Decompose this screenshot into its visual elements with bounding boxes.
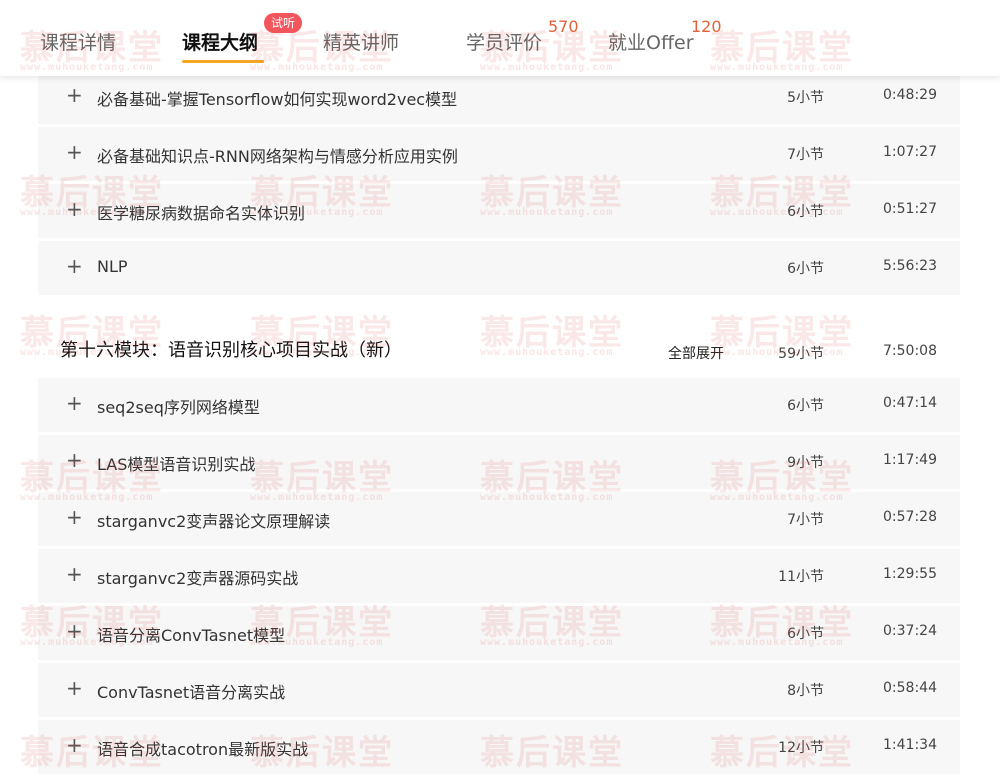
tab-course-details[interactable]: 课程详情 — [40, 28, 116, 55]
chapter-row[interactable]: + starganvc2变声器论文原理解读 7小节 0:57:28 — [38, 492, 960, 546]
module-header: 第十六模块：语音识别核心项目实战（新） 全部展开 59小节 7:50:08 — [38, 326, 960, 376]
chapter-section-count: 5小节 — [787, 90, 824, 106]
chapter-section-count: 7小节 — [787, 512, 824, 528]
chapter-duration: 0:58:44 — [883, 680, 937, 696]
chapter-section-count: 6小节 — [787, 261, 824, 277]
course-tab-bar: 课程详情 课程大纲 试听 精英讲师 学员评价 570 就业Offer 120 — [0, 0, 1000, 76]
expand-plus-icon[interactable]: + — [66, 505, 83, 529]
chapter-section-count: 6小节 — [787, 204, 824, 220]
module-duration: 7:50:08 — [883, 343, 937, 359]
offer-count: 120 — [691, 17, 722, 36]
chapter-title: 医学糖尿病数据命名实体识别 — [97, 204, 306, 223]
expand-all-link[interactable]: 全部展开 — [668, 343, 724, 363]
module-title: 第十六模块：语音识别核心项目实战（新） — [60, 340, 402, 361]
expand-plus-icon[interactable]: + — [66, 254, 83, 278]
chapter-title: 必备基础知识点-RNN网络架构与情感分析应用实例 — [97, 147, 458, 166]
review-count: 570 — [548, 17, 579, 36]
chapter-section-count: 11小节 — [778, 569, 824, 585]
chapter-section-count: 6小节 — [787, 626, 824, 642]
chapter-duration: 1:07:27 — [883, 144, 937, 160]
expand-plus-icon[interactable]: + — [66, 733, 83, 757]
trial-badge: 试听 — [264, 13, 303, 33]
chapter-duration: 0:51:27 — [883, 201, 937, 217]
tab-reviews[interactable]: 学员评价 — [466, 28, 542, 55]
chapter-duration: 0:48:29 — [883, 87, 937, 103]
expand-plus-icon[interactable]: + — [66, 140, 83, 164]
tab-instructors[interactable]: 精英讲师 — [323, 28, 399, 55]
chapter-row[interactable]: + 必备基础知识点-RNN网络架构与情感分析应用实例 7小节 1:07:27 — [38, 127, 960, 181]
tab-job-offers[interactable]: 就业Offer — [608, 28, 694, 55]
chapter-title: 必备基础-掌握Tensorflow如何实现word2vec模型 — [97, 90, 458, 109]
chapter-title: 语音分离ConvTasnet模型 — [97, 626, 286, 645]
chapter-duration: 1:29:55 — [883, 566, 937, 582]
chapter-row[interactable]: + seq2seq序列网络模型 6小节 0:47:14 — [38, 378, 960, 432]
active-tab-underline — [182, 60, 264, 63]
expand-plus-icon[interactable]: + — [66, 448, 83, 472]
chapter-duration: 0:57:28 — [883, 509, 937, 525]
chapter-title: 语音合成tacotron最新版实战 — [97, 740, 309, 759]
chapter-section-count: 8小节 — [787, 683, 824, 699]
tab-course-outline[interactable]: 课程大纲 — [182, 28, 258, 55]
chapter-section-count: 12小节 — [778, 740, 824, 756]
chapter-title: seq2seq序列网络模型 — [97, 398, 260, 417]
expand-plus-icon[interactable]: + — [66, 197, 83, 221]
expand-plus-icon[interactable]: + — [66, 83, 83, 107]
expand-plus-icon[interactable]: + — [66, 676, 83, 700]
chapter-title: LAS模型语音识别实战 — [97, 455, 256, 474]
chapter-title: starganvc2变声器源码实战 — [97, 569, 299, 588]
chapter-title: NLP — [97, 257, 128, 276]
chapter-row[interactable]: + LAS模型语音识别实战 9小节 1:17:49 — [38, 435, 960, 489]
chapter-row[interactable]: + NLP 6小节 5:56:23 — [38, 241, 960, 295]
chapter-row[interactable]: + 语音合成tacotron最新版实战 12小节 1:41:34 — [38, 720, 960, 774]
module-section-count: 59小节 — [778, 346, 824, 362]
chapter-duration: 1:41:34 — [883, 737, 937, 753]
chapter-row[interactable]: + 医学糖尿病数据命名实体识别 6小节 0:51:27 — [38, 184, 960, 238]
chapter-duration: 0:37:24 — [883, 623, 937, 639]
chapter-duration: 5:56:23 — [883, 258, 937, 274]
chapter-section-count: 9小节 — [787, 455, 824, 471]
expand-plus-icon[interactable]: + — [66, 562, 83, 586]
chapter-row[interactable]: + 语音分离ConvTasnet模型 6小节 0:37:24 — [38, 606, 960, 660]
chapter-section-count: 6小节 — [787, 398, 824, 414]
chapter-duration: 1:17:49 — [883, 452, 937, 468]
chapter-title: starganvc2变声器论文原理解读 — [97, 512, 331, 531]
expand-plus-icon[interactable]: + — [66, 619, 83, 643]
chapter-duration: 0:47:14 — [883, 395, 937, 411]
chapter-title: ConvTasnet语音分离实战 — [97, 683, 286, 702]
chapter-row[interactable]: + 必备基础-掌握Tensorflow如何实现word2vec模型 5小节 0:… — [38, 70, 960, 124]
chapter-section-count: 7小节 — [787, 147, 824, 163]
chapter-row[interactable]: + starganvc2变声器源码实战 11小节 1:29:55 — [38, 549, 960, 603]
chapter-row[interactable]: + ConvTasnet语音分离实战 8小节 0:58:44 — [38, 663, 960, 717]
expand-plus-icon[interactable]: + — [66, 391, 83, 415]
